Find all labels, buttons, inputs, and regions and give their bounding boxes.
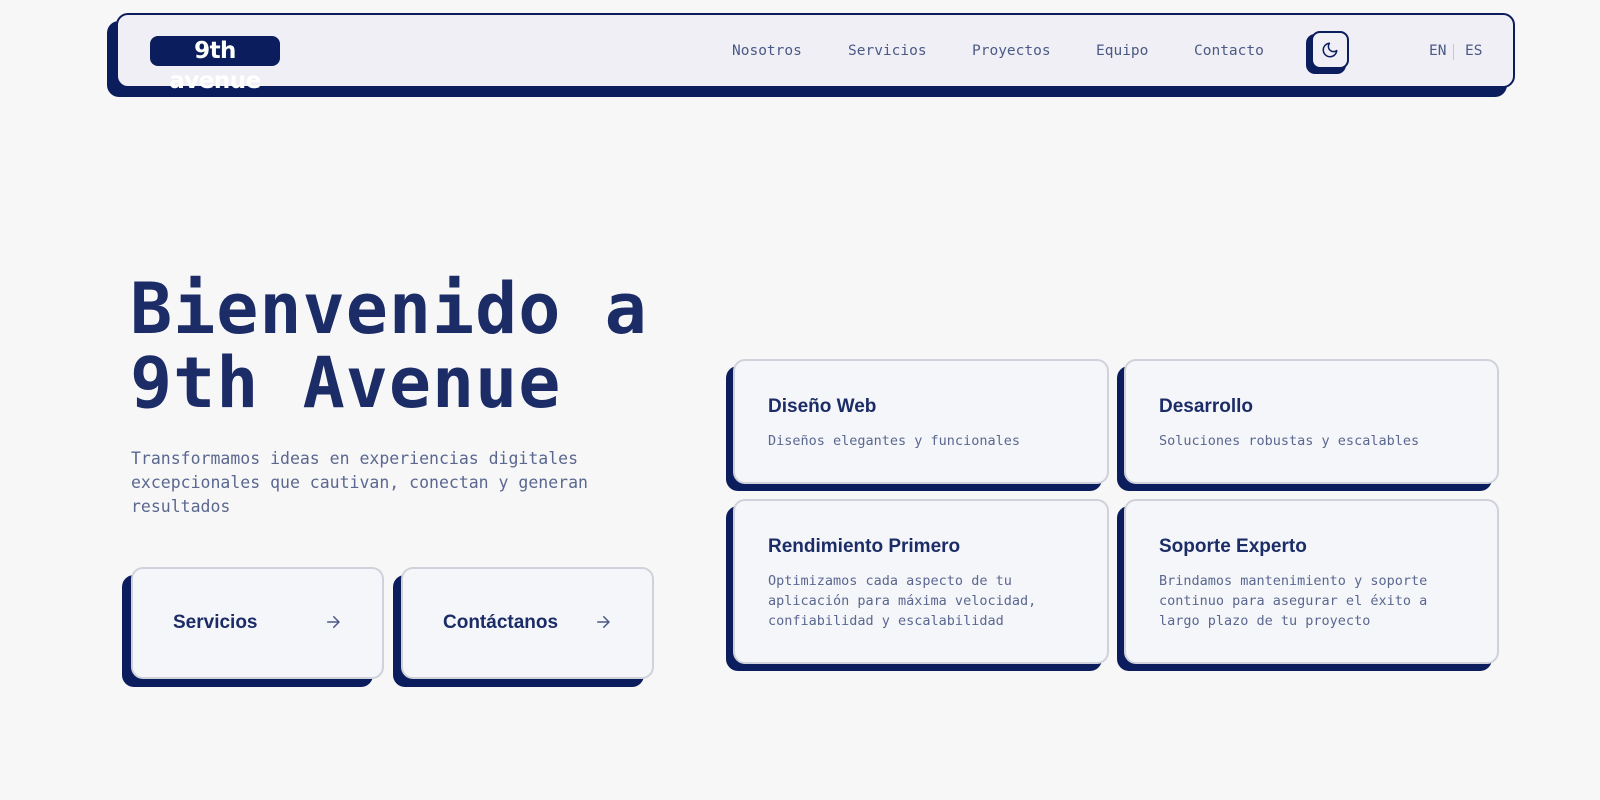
hero-title: Bienvenido a 9th Avenue xyxy=(130,268,648,424)
moon-icon xyxy=(1322,42,1338,58)
feature-card-title: Diseño Web xyxy=(768,396,877,417)
nav-link-contacto[interactable]: Contacto xyxy=(1194,40,1264,62)
navbar: 9th avenue Nosotros Servicios Proyectos … xyxy=(116,13,1515,94)
services-button[interactable]: Servicios xyxy=(131,567,384,679)
services-button-label: Servicios xyxy=(173,612,258,633)
feature-card-support: Soporte Experto Brindamos mantenimiento … xyxy=(1124,499,1499,664)
feature-card-description: Brindamos mantenimiento y soporte contin… xyxy=(1159,573,1428,629)
feature-card-title: Desarrollo xyxy=(1159,396,1253,417)
feature-card-description: Diseños elegantes y funcionales xyxy=(768,433,1020,449)
feature-card-description: Soluciones robustas y escalables xyxy=(1159,433,1420,449)
feature-card-title: Soporte Experto xyxy=(1159,536,1307,557)
contact-button-label: Contáctanos xyxy=(443,612,559,633)
nav-link-servicios[interactable]: Servicios xyxy=(848,40,927,62)
feature-card-description: Optimizamos cada aspecto de tu aplicació… xyxy=(768,573,1037,629)
theme-toggle-button[interactable] xyxy=(1311,31,1349,69)
nav-link-equipo[interactable]: Equipo xyxy=(1096,40,1148,62)
main-nav: Nosotros Servicios Proyectos Equipo Cont… xyxy=(118,15,1513,86)
hero-subtitle: Transformamos ideas en experiencias digi… xyxy=(131,449,588,516)
arrow-right-icon xyxy=(597,616,610,628)
feature-card-title: Rendimiento Primero xyxy=(768,536,961,557)
language-es[interactable]: ES xyxy=(1465,40,1482,62)
feature-card-performance: Rendimiento Primero Optimizamos cada asp… xyxy=(733,499,1109,664)
feature-card-web-design: Diseño Web Diseños elegantes y funcional… xyxy=(733,359,1109,484)
contact-button[interactable]: Contáctanos xyxy=(401,567,654,679)
feature-card-development: Desarrollo Soluciones robustas y escalab… xyxy=(1124,359,1499,484)
arrow-right-icon xyxy=(327,616,340,628)
language-en[interactable]: EN xyxy=(1429,40,1446,62)
nav-link-nosotros[interactable]: Nosotros xyxy=(732,40,802,62)
nav-link-proyectos[interactable]: Proyectos xyxy=(972,40,1051,62)
language-divider xyxy=(1453,44,1454,60)
